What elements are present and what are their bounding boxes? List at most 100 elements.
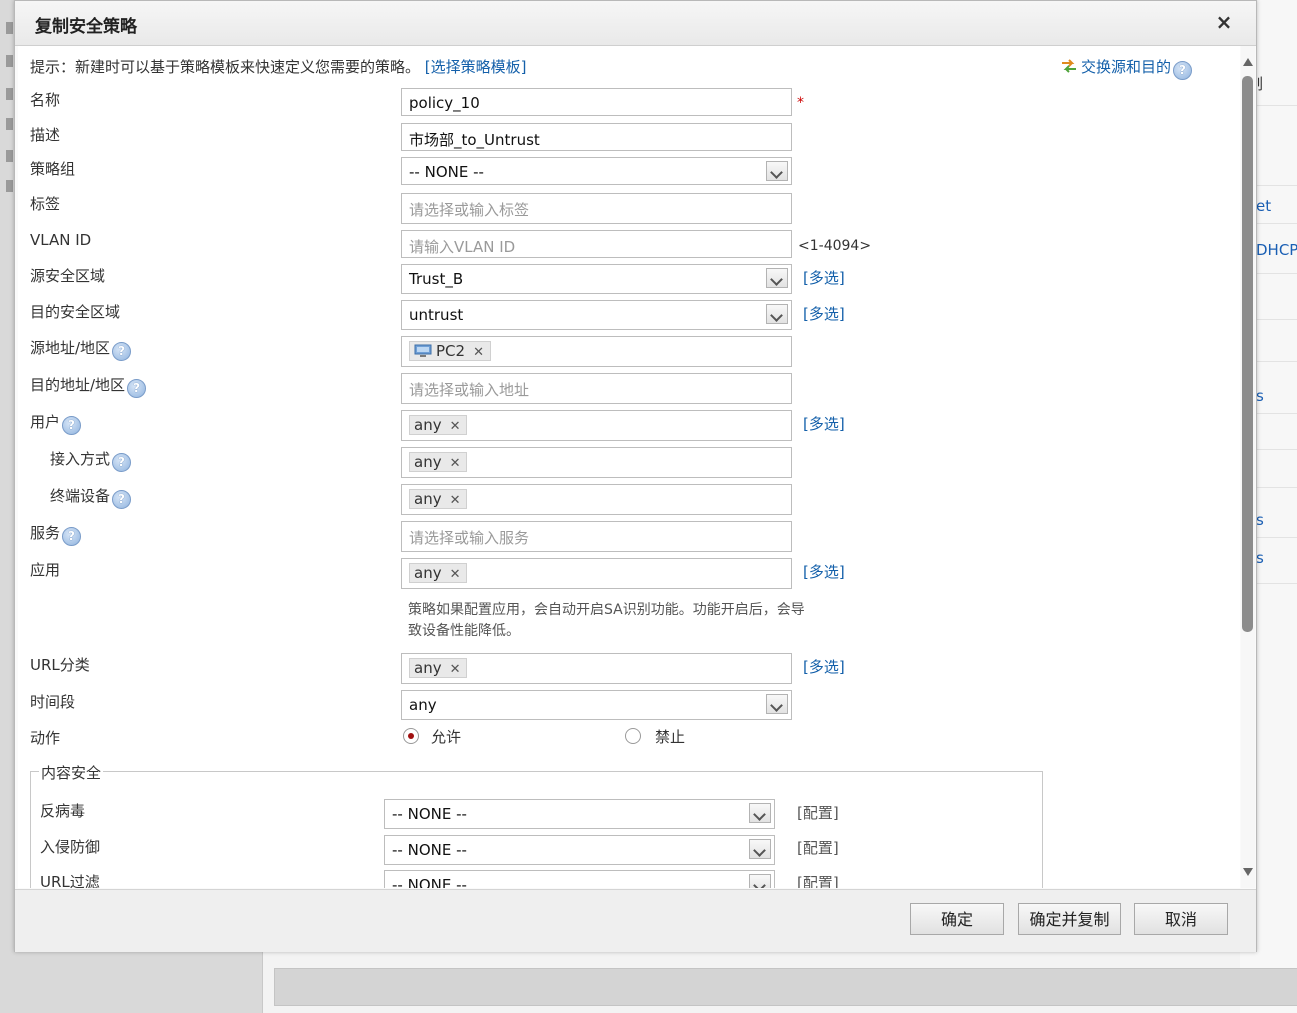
remove-tag-icon[interactable]: ✕ — [473, 344, 484, 362]
chevron-down-icon[interactable] — [766, 694, 788, 714]
select-policy-template-link[interactable]: [选择策略模板] — [425, 58, 527, 76]
tag-input[interactable]: 请选择或输入标签 — [401, 193, 792, 224]
ips-value: -- NONE -- — [392, 841, 467, 859]
scroll-up-arrow-icon[interactable] — [1243, 58, 1253, 66]
copy-security-policy-dialog: 复制安全策略 × 提示：新建时可以基于策略模板来快速定义您需要的策略。 [选择策… — [14, 0, 1257, 952]
vlan-id-input[interactable]: 请输入VLAN ID — [401, 230, 792, 258]
ok-button[interactable]: 确定 — [910, 903, 1004, 935]
description-label: 描述 — [30, 126, 61, 144]
help-icon[interactable] — [112, 342, 132, 361]
swap-source-dest[interactable]: 交换源和目的 — [1060, 56, 1193, 80]
application-tag-text: any — [414, 564, 442, 582]
remove-tag-icon[interactable]: ✕ — [450, 418, 461, 436]
dest-zone-multi-select[interactable]: [多选] — [803, 303, 845, 324]
ips-label: 入侵防御 — [40, 838, 101, 856]
source-address-input[interactable]: PC2 ✕ — [401, 336, 792, 367]
service-label-text: 服务 — [30, 524, 61, 542]
terminal-device-input[interactable]: any ✕ — [401, 484, 792, 515]
source-zone-select[interactable]: Trust_B — [401, 264, 792, 294]
chevron-down-icon[interactable] — [749, 839, 771, 859]
computer-icon — [414, 344, 432, 357]
application-multi-select[interactable]: [多选] — [803, 561, 845, 582]
terminal-device-label-text: 终端设备 — [50, 487, 111, 505]
vlan-id-range: <1-4094> — [798, 238, 872, 254]
help-icon[interactable] — [1173, 61, 1193, 80]
time-range-value: any — [409, 696, 437, 714]
ok-and-copy-button[interactable]: 确定并复制 — [1018, 903, 1121, 935]
antivirus-config-link[interactable]: [配置] — [797, 802, 839, 823]
service-placeholder: 请选择或输入服务 — [409, 529, 530, 547]
hint-message: 提示：新建时可以基于策略模板来快速定义您需要的策略。 — [30, 58, 421, 76]
source-zone-multi-select[interactable]: [多选] — [803, 267, 845, 288]
access-method-tag-text: any — [414, 453, 442, 471]
url-category-tag-text: any — [414, 659, 442, 677]
url-filter-config-link[interactable]: [配置] — [797, 872, 839, 888]
close-icon[interactable]: × — [1214, 11, 1234, 33]
application-input[interactable]: any ✕ — [401, 558, 792, 589]
help-icon[interactable] — [127, 379, 147, 398]
user-input[interactable]: any ✕ — [401, 410, 792, 441]
antivirus-select[interactable]: -- NONE -- — [384, 799, 775, 829]
service-input[interactable]: 请选择或输入服务 — [401, 521, 792, 552]
tree-marker — [6, 88, 13, 100]
access-method-input[interactable]: any ✕ — [401, 447, 792, 478]
source-address-label-text: 源地址/地区 — [30, 339, 111, 357]
ips-select[interactable]: -- NONE -- — [384, 835, 775, 865]
help-icon[interactable] — [62, 416, 82, 435]
help-icon[interactable] — [112, 453, 132, 472]
scroll-down-arrow-icon[interactable] — [1243, 868, 1253, 876]
ips-config-link[interactable]: [配置] — [797, 837, 839, 858]
user-label-text: 用户 — [30, 413, 61, 431]
url-filter-value: -- NONE -- — [392, 876, 467, 888]
help-icon[interactable] — [62, 527, 82, 546]
user-tag-text: any — [414, 416, 442, 434]
background-bottom-bar — [274, 968, 1297, 1006]
url-category-tag: any ✕ — [409, 658, 468, 679]
dest-address-input[interactable]: 请选择或输入地址 — [401, 373, 792, 404]
chevron-down-icon[interactable] — [766, 161, 788, 181]
user-multi-select[interactable]: [多选] — [803, 413, 845, 434]
time-range-label: 时间段 — [30, 693, 76, 711]
policy-group-label: 策略组 — [30, 160, 76, 178]
chevron-down-icon[interactable] — [749, 803, 771, 823]
hint-text: 提示：新建时可以基于策略模板来快速定义您需要的策略。 [选择策略模板] — [30, 56, 527, 77]
dialog-title-bar[interactable]: 复制安全策略 × — [15, 1, 1256, 46]
chevron-down-icon[interactable] — [766, 304, 788, 324]
dialog-scrollbar[interactable] — [1241, 46, 1255, 888]
vlan-id-placeholder: 请输入VLAN ID — [409, 238, 516, 256]
allow-radio[interactable] — [403, 728, 419, 744]
antivirus-label: 反病毒 — [40, 802, 86, 820]
source-address-label: 源地址/地区 — [30, 337, 132, 361]
url-category-input[interactable]: any ✕ — [401, 653, 792, 684]
policy-group-select[interactable]: -- NONE -- — [401, 157, 792, 185]
allow-radio-label[interactable]: 允许 — [431, 726, 461, 747]
cancel-button[interactable]: 取消 — [1134, 903, 1228, 935]
antivirus-value: -- NONE -- — [392, 805, 467, 823]
required-mark: * — [797, 95, 804, 111]
application-tag: any ✕ — [409, 563, 468, 584]
vlan-id-label: VLAN ID — [30, 231, 92, 249]
remove-tag-icon[interactable]: ✕ — [450, 492, 461, 510]
deny-radio[interactable] — [625, 728, 641, 744]
chevron-down-icon[interactable] — [749, 874, 771, 888]
deny-radio-label[interactable]: 禁止 — [655, 726, 685, 747]
application-label: 应用 — [30, 561, 61, 579]
tag-placeholder: 请选择或输入标签 — [409, 201, 530, 219]
remove-tag-icon[interactable]: ✕ — [450, 455, 461, 473]
scrollbar-thumb[interactable] — [1242, 76, 1253, 632]
remove-tag-icon[interactable]: ✕ — [450, 566, 461, 584]
name-input[interactable]: policy_10 — [401, 88, 792, 116]
source-address-tag-text: PC2 — [436, 342, 466, 360]
swap-source-dest-link[interactable]: 交换源和目的 — [1081, 58, 1171, 76]
help-icon[interactable] — [112, 490, 132, 509]
url-category-multi-select[interactable]: [多选] — [803, 656, 845, 677]
remove-tag-icon[interactable]: ✕ — [450, 661, 461, 679]
description-input[interactable]: 市场部_to_Untrust — [401, 123, 792, 151]
chevron-down-icon[interactable] — [766, 268, 788, 288]
dest-zone-select[interactable]: untrust — [401, 300, 792, 330]
url-filter-select[interactable]: -- NONE -- — [384, 870, 775, 888]
user-label: 用户 — [30, 411, 82, 435]
time-range-select[interactable]: any — [401, 690, 792, 720]
dialog-body: 提示：新建时可以基于策略模板来快速定义您需要的策略。 [选择策略模板] 交换源和… — [18, 46, 1240, 888]
dest-address-label: 目的地址/地区 — [30, 374, 147, 398]
